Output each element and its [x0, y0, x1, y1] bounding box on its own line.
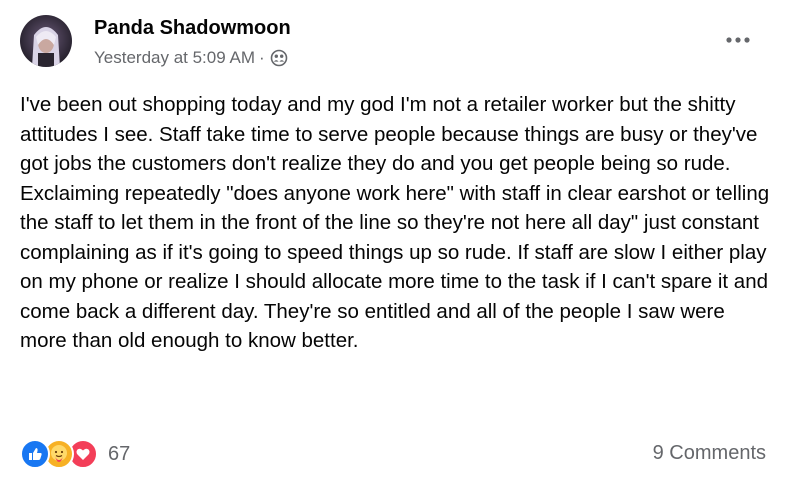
post-meta: Yesterday at 5:09 AM · [94, 48, 288, 68]
reaction-count: 67 [108, 442, 131, 465]
friends-icon[interactable] [270, 49, 288, 67]
meta-separator: · [258, 48, 265, 67]
like-icon [20, 439, 50, 469]
post-timestamp[interactable]: Yesterday at 5:09 AM [94, 48, 255, 68]
reactions-summary[interactable]: 67 [20, 438, 130, 470]
avatar-image [20, 15, 72, 67]
comments-link[interactable]: 9 Comments [653, 442, 766, 465]
author-name[interactable]: Panda Shadowmoon [94, 17, 291, 40]
post-card: Panda Shadowmoon Yesterday at 5:09 AM · … [0, 0, 788, 486]
more-options-icon[interactable] [720, 26, 756, 54]
avatar[interactable] [20, 15, 72, 67]
post-text: I've been out shopping today and my god … [20, 93, 770, 352]
